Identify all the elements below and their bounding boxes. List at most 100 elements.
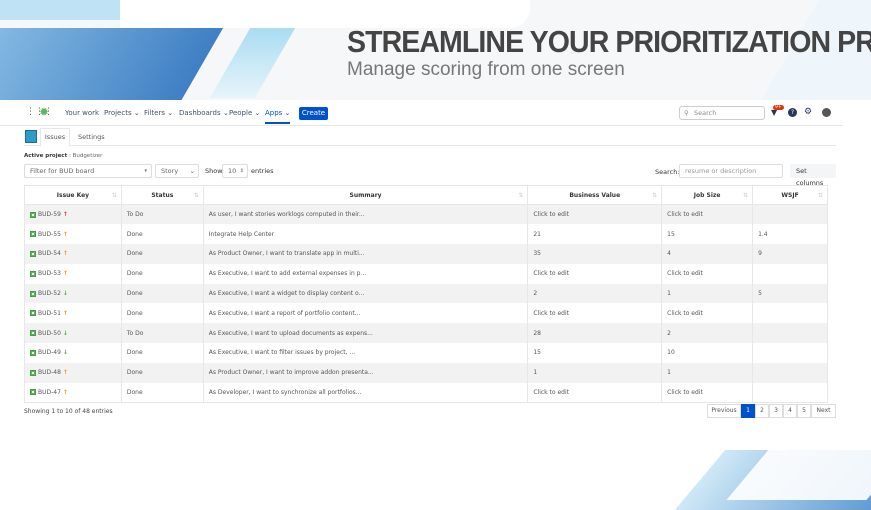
global-search-input[interactable]: ⚲ Search [679,106,765,120]
sort-icon[interactable]: ⇅ [194,192,199,199]
issue-key-link[interactable]: BUD-51 [38,310,61,317]
table-row[interactable]: BUD-52 ↓ Done As Executive, I want a wid… [24,283,828,304]
banner-shape [0,28,224,100]
issue-key-link[interactable]: BUD-53 [38,270,61,277]
job-size-cell[interactable]: 10 [661,343,754,363]
active-project-label: Active project [24,153,68,159]
page-5-button[interactable]: 5 [797,404,811,418]
search-placeholder: Search [694,109,717,117]
issue-key-link[interactable]: BUD-54 [38,250,61,257]
issue-key-link[interactable]: BUD-55 [38,231,61,238]
set-columns-button[interactable]: Set columns [790,164,836,187]
nav-apps[interactable]: Apps ⌄ [265,109,291,124]
status-cell: Done [120,343,204,363]
sort-icon[interactable]: ⇅ [518,192,523,199]
job-size-cell[interactable]: 15 [661,224,754,245]
issue-key-cell: BUD-54 ↑ [24,244,122,264]
story-icon [30,231,36,238]
sort-icon[interactable]: ⇅ [652,192,657,199]
business-value-cell[interactable]: Click to edit [527,263,663,284]
business-value-cell[interactable]: 28 [527,323,663,344]
table-row[interactable]: BUD-51 ↑ Done As Executive, I want a rep… [24,303,828,324]
priority-highest-icon: ↑ [62,211,68,219]
summary-cell: As Product Owner, I want to improve addo… [202,362,529,383]
help-icon[interactable]: ? [788,108,797,117]
job-size-cell[interactable]: Click to edit [661,263,754,284]
business-value-cell[interactable]: 35 [527,244,663,264]
column-header[interactable]: Job Size ⇅ [661,185,754,205]
job-size-cell[interactable]: Click to edit [661,382,754,403]
job-size-cell[interactable]: Click to edit [661,303,754,324]
active-project: Active project : Budgetizer [24,153,103,159]
nav-dashboards[interactable]: Dashboards ⌄ [179,109,229,117]
column-header[interactable]: Summary ⇅ [202,185,529,205]
wsjf-cell: 9 [752,244,828,264]
issue-type-select[interactable]: Story ⌄ [155,164,199,178]
nav-projects[interactable]: Projects ⌄ [104,109,140,117]
create-button[interactable]: Create [299,107,328,120]
table-row[interactable]: BUD-50 ↓ To Do As Executive, I want to u… [24,323,828,344]
wsjf-cell [752,362,828,383]
nav-your-work[interactable]: Your work [65,109,99,117]
business-value-cell[interactable]: 2 [527,283,663,304]
page-1-button[interactable]: 1 [741,404,755,418]
table-search-input[interactable]: resume or description [679,164,783,178]
issue-key-link[interactable]: BUD-48 [38,369,61,376]
story-icon [30,369,36,376]
page-3-button[interactable]: 3 [769,404,783,418]
business-value-cell[interactable]: 15 [527,343,663,363]
job-size-cell[interactable]: 1 [661,362,754,383]
business-value-cell[interactable]: Click to edit [527,303,663,324]
table-row[interactable]: BUD-59 ↑ To Do As user, I want stories w… [24,204,828,225]
column-header[interactable]: WSJF ⇅ [752,185,828,205]
issue-key-link[interactable]: BUD-49 [38,349,61,356]
previous-page-button[interactable]: Previous [707,404,741,418]
business-value-cell[interactable]: Click to edit [527,382,663,403]
page-4-button[interactable]: 4 [783,404,797,418]
issue-key-link[interactable]: BUD-52 [38,290,61,297]
business-value-cell[interactable]: 21 [527,224,663,245]
table-row[interactable]: BUD-48 ↑ Done As Product Owner, I want t… [24,362,828,383]
summary-cell: As Product Owner, I want to translate ap… [202,244,529,264]
sort-icon[interactable]: ⇅ [743,192,748,199]
business-value-cell[interactable]: 1 [527,362,663,383]
next-page-button[interactable]: Next [811,404,836,418]
nav-label: Projects [104,109,132,117]
tab-issues[interactable]: Issues [40,128,70,147]
issue-key-link[interactable]: BUD-47 [38,389,61,396]
nav-people[interactable]: People ⌄ [229,109,260,117]
business-value-cell[interactable]: Click to edit [527,204,663,225]
table-row[interactable]: BUD-55 ↑ Done Integrate Help Center 21 1… [24,224,828,245]
summary-cell: As user, I want stories worklogs compute… [202,204,529,225]
table-row[interactable]: BUD-47 ↑ Done As Developer, I want to sy… [24,382,828,403]
column-header-label: Business Value [569,191,621,199]
job-size-cell[interactable]: 1 [661,283,754,304]
page-2-button[interactable]: 2 [755,404,769,418]
issue-type-value: Story [161,167,179,175]
job-size-cell[interactable]: 4 [661,244,754,264]
logo-icon[interactable]: ✹ [39,105,49,119]
column-header-label: Issue Key [56,191,90,199]
column-header[interactable]: Status ⇅ [120,185,204,205]
sort-icon[interactable]: ⇅ [818,192,823,199]
board-filter-select[interactable]: Filter for BUD board ▾ [24,164,152,178]
table-row[interactable]: BUD-54 ↑ Done As Product Owner, I want t… [24,244,828,264]
tab-settings[interactable]: Settings [78,133,105,141]
issue-key-link[interactable]: BUD-50 [38,330,61,337]
entries-select[interactable]: 10 ⇕ [222,164,248,178]
summary-cell: As Executive, I want to filter issues by… [202,343,529,363]
table-row[interactable]: BUD-53 ↑ Done As Executive, I want to ad… [24,263,828,284]
nav-filters[interactable]: Filters ⌄ [144,109,173,117]
settings-icon[interactable]: ⚙ [804,107,812,117]
wsjf-cell [752,343,828,363]
job-size-cell[interactable]: Click to edit [661,204,754,225]
job-size-cell[interactable]: 2 [661,323,754,344]
sort-icon[interactable]: ⇅ [112,192,117,199]
avatar[interactable] [822,108,831,117]
column-header[interactable]: Business Value ⇅ [527,185,663,205]
issue-key-link[interactable]: BUD-59 [38,211,61,218]
column-header[interactable]: Issue Key ⇅ [24,185,122,205]
status-cell: Done [120,303,204,324]
table-search-label: Search: [655,168,680,176]
table-row[interactable]: BUD-49 ↓ Done As Executive, I want to fi… [24,343,828,363]
